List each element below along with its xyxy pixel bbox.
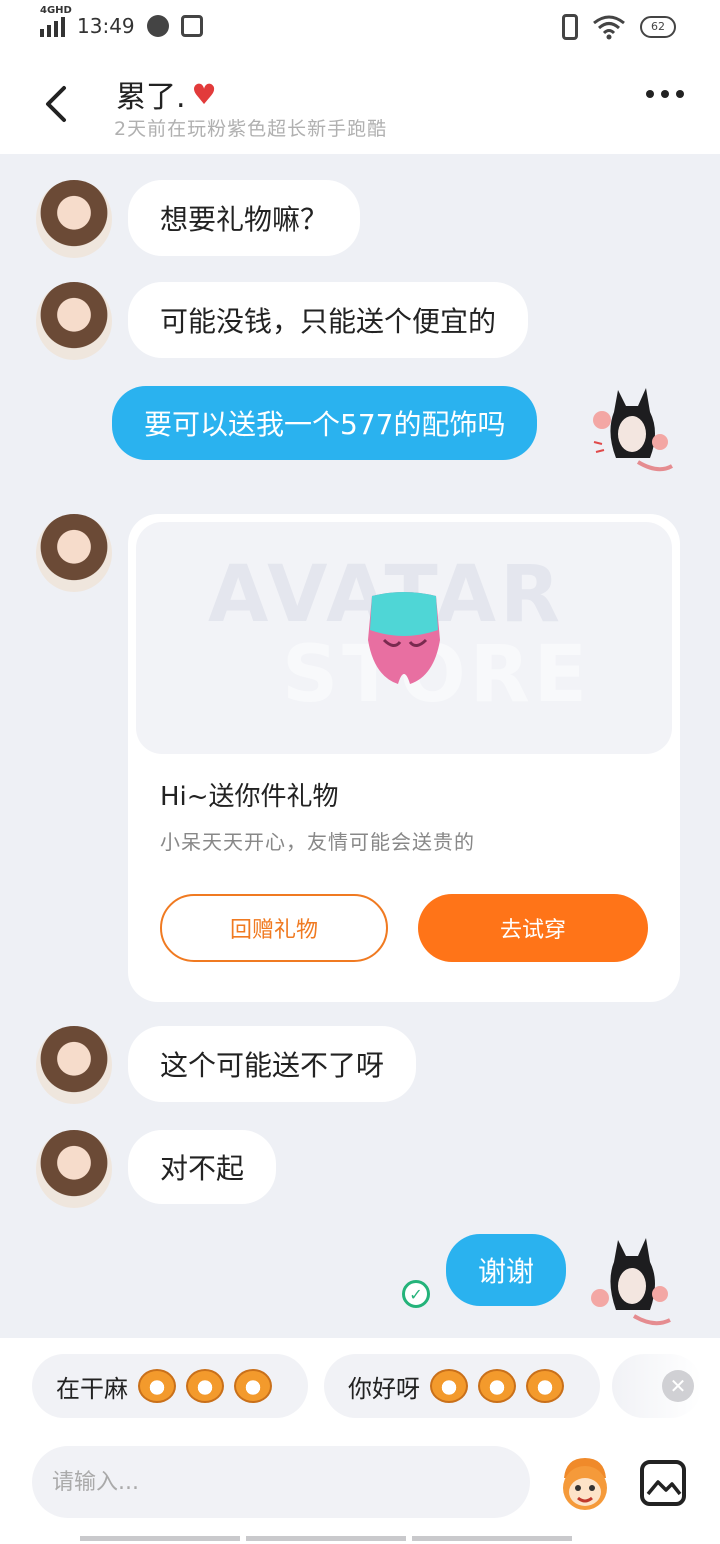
vibrate-icon [562, 14, 578, 40]
quick-reply-label: 你好呀 [348, 1374, 420, 1403]
monkey-emoji-icon [478, 1369, 516, 1403]
contact-avatar[interactable] [36, 1026, 112, 1104]
back-arrow-icon [46, 86, 66, 122]
return-gift-button[interactable]: 回赠礼物 [160, 894, 388, 962]
contact-avatar[interactable] [36, 282, 112, 360]
composer-area: 在干麻 你好呀 ✕ [0, 1338, 720, 1544]
gift-item-mask-icon [368, 592, 440, 684]
message-bubble-outgoing[interactable]: 要可以送我一个577的配饰吗 [112, 386, 538, 460]
app-notification-icon [180, 15, 203, 37]
message-bubble-incoming[interactable]: 想要礼物嘛？ [128, 180, 361, 256]
grin-emoji-icon [186, 1369, 224, 1403]
dot-icon [676, 90, 684, 98]
grin-emoji-icon [234, 1369, 272, 1403]
contact-avatar[interactable] [36, 1130, 112, 1208]
more-options-button[interactable] [646, 90, 684, 98]
chat-header: 累了. ♥ 2天前在玩粉紫色超长新手跑酷 [0, 58, 720, 154]
close-quick-replies-icon[interactable]: ✕ [662, 1370, 694, 1402]
gesture-bar [80, 1536, 572, 1541]
cat-girl-avatar-icon [593, 388, 673, 472]
message-bubble-incoming[interactable]: 可能没钱，只能送个便宜的 [128, 282, 529, 358]
quick-reply-chip[interactable]: 在干麻 [32, 1354, 308, 1418]
message-input[interactable] [32, 1446, 530, 1518]
gift-image[interactable]: AVATAR STORE [136, 522, 672, 754]
gift-card-subtitle: 小呆天天开心，友情可能会送贵的 [160, 830, 475, 854]
message-bubble-incoming[interactable]: 对不起 [128, 1130, 277, 1204]
back-button[interactable] [34, 78, 78, 130]
gift-card-title: Hi~送你件礼物 [160, 782, 339, 812]
image-icon [646, 1480, 682, 1496]
signal-icon: 4GHD [40, 5, 72, 37]
message-bubble-incoming[interactable]: 这个可能送不了呀 [128, 1026, 417, 1102]
contact-name-text: 累了. [116, 80, 186, 115]
contact-status: 2天前在玩粉紫色超长新手跑酷 [114, 118, 388, 140]
grin-emoji-icon [138, 1369, 176, 1403]
quick-reply-label: 在干麻 [56, 1374, 128, 1403]
network-type: 4GHD [40, 5, 72, 16]
monkey-emoji-icon [430, 1369, 468, 1403]
cat-girl-avatar-icon [591, 1238, 671, 1326]
emoji-mascot-button[interactable] [554, 1454, 616, 1516]
my-avatar[interactable] [588, 1232, 674, 1326]
heart-arrow-icon: ♥ [191, 77, 217, 111]
notification-icon [146, 15, 169, 37]
contact-avatar[interactable] [36, 180, 112, 258]
contact-avatar[interactable] [36, 514, 112, 592]
sent-check-icon: ✓ [402, 1280, 430, 1308]
image-picker-button[interactable] [640, 1460, 686, 1506]
message-input-field[interactable] [52, 1469, 530, 1495]
my-avatar[interactable] [588, 382, 674, 474]
battery-icon: 62 [640, 16, 676, 38]
status-bar: 4GHD 13:49 62 [0, 0, 720, 58]
clock: 13:49 [77, 14, 135, 38]
contact-name[interactable]: 累了. ♥ [116, 72, 217, 116]
dot-icon [646, 90, 654, 98]
quick-reply-chip[interactable]: 你好呀 [324, 1354, 600, 1418]
dot-icon [661, 90, 669, 98]
message-bubble-outgoing[interactable]: 谢谢 [446, 1234, 567, 1306]
monkey-emoji-icon [526, 1369, 564, 1403]
try-on-button[interactable]: 去试穿 [418, 894, 648, 962]
wifi-icon [593, 15, 625, 40]
gift-card[interactable]: AVATAR STORE Hi~送你件礼物 小呆天天开心，友情可能会送贵的 回赠… [128, 514, 680, 1002]
